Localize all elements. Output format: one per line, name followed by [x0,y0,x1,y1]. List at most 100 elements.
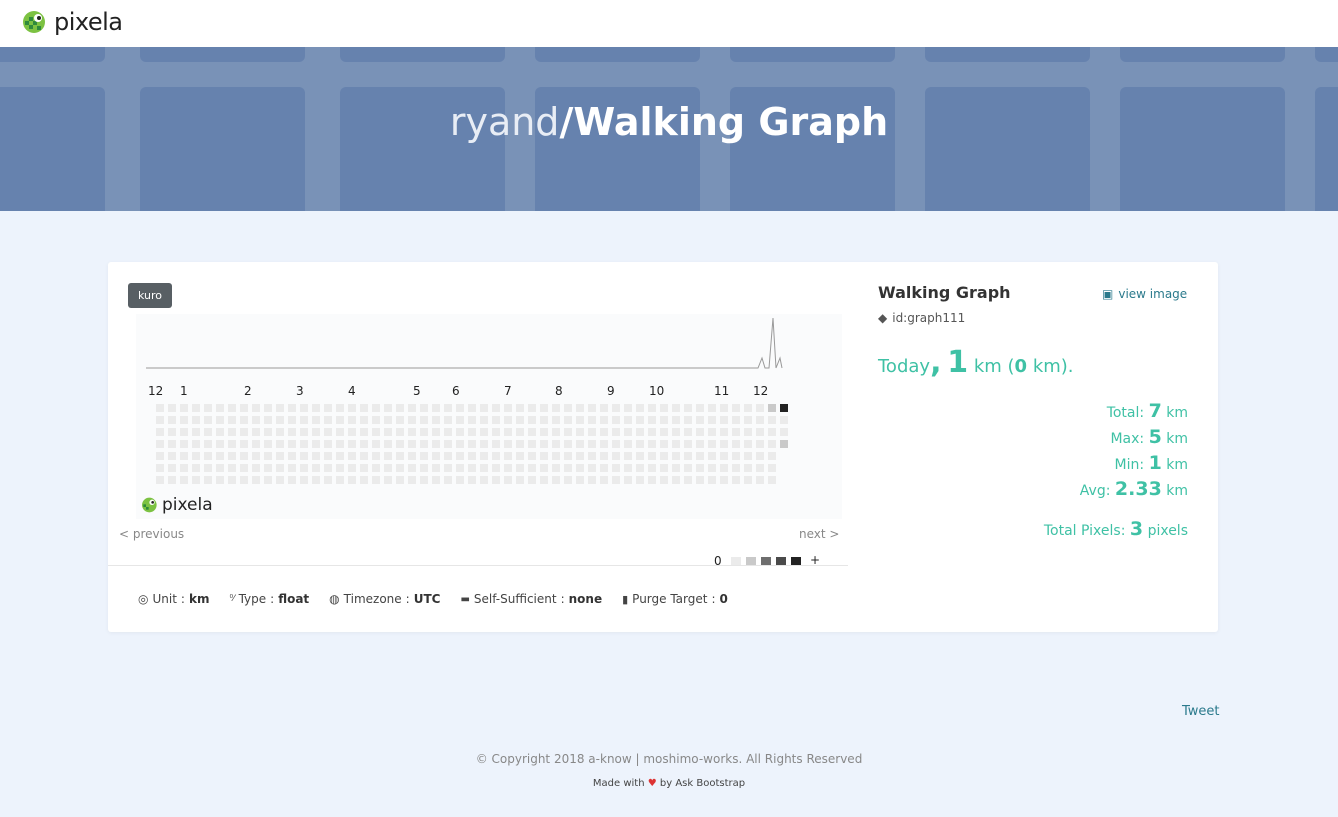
pixel-cell[interactable] [672,440,680,448]
pixel-cell[interactable] [444,440,452,448]
pixel-cell[interactable] [384,440,392,448]
pixel-cell[interactable] [156,440,164,448]
pixel-cell[interactable] [204,440,212,448]
pixel-cell[interactable] [564,428,572,436]
pixel-cell[interactable] [312,440,320,448]
pixel-cell[interactable] [708,440,716,448]
pixel-cell[interactable] [252,452,260,460]
pixel-cell[interactable] [540,476,548,484]
pixel-cell[interactable] [336,464,344,472]
pixel-cell[interactable] [372,404,380,412]
pixel-cell[interactable] [372,440,380,448]
pixel-cell[interactable] [156,476,164,484]
pixel-cell[interactable] [408,440,416,448]
pixel-cell[interactable] [300,440,308,448]
pixel-cell[interactable] [528,476,536,484]
pixel-cell[interactable] [780,404,788,412]
pixel-cell[interactable] [444,416,452,424]
pixel-cell[interactable] [672,452,680,460]
pixel-cell[interactable] [564,464,572,472]
pixel-cell[interactable] [432,416,440,424]
pixel-cell[interactable] [372,452,380,460]
pixel-cell[interactable] [744,452,752,460]
pixel-cell[interactable] [552,404,560,412]
pixel-cell[interactable] [420,428,428,436]
pixel-cell[interactable] [192,404,200,412]
pixel-cell[interactable] [624,428,632,436]
pixel-cell[interactable] [384,428,392,436]
pixel-cell[interactable] [444,476,452,484]
pixel-cell[interactable] [696,452,704,460]
pixel-cell[interactable] [336,440,344,448]
pixel-cell[interactable] [492,452,500,460]
pixel-cell[interactable] [696,440,704,448]
pixel-cell[interactable] [612,452,620,460]
pixel-cell[interactable] [276,476,284,484]
pixel-cell[interactable] [768,404,776,412]
pixel-cell[interactable] [504,464,512,472]
pixel-cell[interactable] [204,428,212,436]
pixel-cell[interactable] [396,452,404,460]
pixel-cell[interactable] [432,452,440,460]
pixel-cell[interactable] [180,416,188,424]
pixel-cell[interactable] [324,452,332,460]
pixel-cell[interactable] [264,440,272,448]
pixel-cell[interactable] [276,428,284,436]
pixel-cell[interactable] [744,416,752,424]
pixel-cell[interactable] [168,452,176,460]
pixel-cell[interactable] [228,476,236,484]
pixel-cell[interactable] [348,452,356,460]
pixel-cell[interactable] [744,428,752,436]
pixel-cell[interactable] [492,476,500,484]
pixel-cell[interactable] [252,476,260,484]
pixel-cell[interactable] [336,416,344,424]
pixel-cell[interactable] [660,464,668,472]
pixel-cell[interactable] [768,452,776,460]
pixel-cell[interactable] [420,416,428,424]
pixel-cell[interactable] [516,452,524,460]
pixel-cell[interactable] [756,428,764,436]
pixel-cell[interactable] [312,464,320,472]
pixel-cell[interactable] [468,440,476,448]
pixel-cell[interactable] [588,452,596,460]
pixel-cell[interactable] [240,464,248,472]
pixel-cell[interactable] [360,476,368,484]
pixel-cell[interactable] [324,440,332,448]
pixel-cell[interactable] [312,404,320,412]
pixel-cell[interactable] [516,416,524,424]
pixel-cell[interactable] [264,416,272,424]
pixel-cell[interactable] [444,464,452,472]
pixel-cell[interactable] [600,416,608,424]
pixel-cell[interactable] [564,440,572,448]
pixel-cell[interactable] [480,452,488,460]
pixel-cell[interactable] [696,428,704,436]
pixel-cell[interactable] [492,440,500,448]
pixel-cell[interactable] [720,404,728,412]
pixel-cell[interactable] [372,464,380,472]
pixel-cell[interactable] [528,452,536,460]
pixel-cell[interactable] [204,476,212,484]
pixel-cell[interactable] [576,428,584,436]
pixel-cell[interactable] [732,476,740,484]
pixel-cell[interactable] [228,452,236,460]
pixel-cell[interactable] [636,428,644,436]
pixel-cell[interactable] [300,416,308,424]
pixel-cell[interactable] [648,404,656,412]
pixel-cell[interactable] [432,428,440,436]
pixel-cell[interactable] [492,428,500,436]
pixel-cell[interactable] [516,404,524,412]
pixel-cell[interactable] [780,428,788,436]
pixel-cell[interactable] [156,452,164,460]
pixel-cell[interactable] [288,428,296,436]
pixel-cell[interactable] [360,404,368,412]
pixel-cell[interactable] [552,452,560,460]
pixel-cell[interactable] [780,440,788,448]
pixel-cell[interactable] [216,428,224,436]
pixel-cell[interactable] [336,404,344,412]
pixel-cell[interactable] [588,464,596,472]
pixel-cell[interactable] [240,440,248,448]
pixel-cell[interactable] [288,452,296,460]
pixel-cell[interactable] [264,464,272,472]
pixel-cell[interactable] [504,452,512,460]
pixel-cell[interactable] [660,416,668,424]
